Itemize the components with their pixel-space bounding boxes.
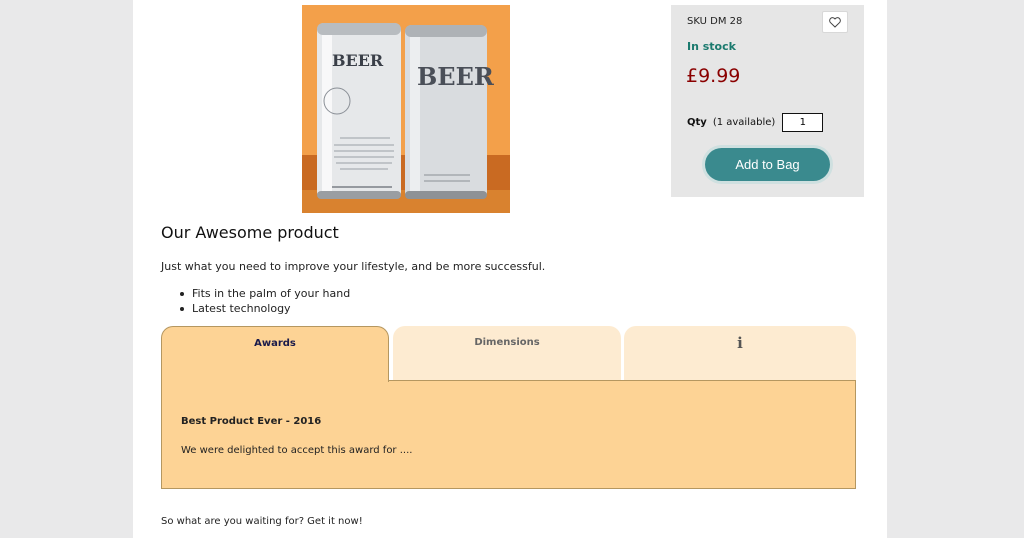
qty-label: Qty [687, 117, 707, 128]
award-title: Best Product Ever - 2016 [181, 416, 322, 427]
stock-status: In stock [687, 40, 736, 53]
list-item: Fits in the palm of your hand [179, 287, 351, 300]
tab-label: Awards [254, 338, 296, 349]
tab-info[interactable]: i [624, 326, 856, 381]
call-to-action: So what are you waiting for? Get it now! [161, 516, 363, 527]
product-image[interactable]: BEER BEER [302, 5, 510, 213]
awards-panel: Best Product Ever - 2016 We were delight… [161, 380, 856, 489]
product-page: BEER BEER SKU DM 28 In stock £9.99 Qty (… [133, 0, 887, 538]
quantity-input[interactable] [782, 113, 824, 132]
purchase-panel: SKU DM 28 In stock £9.99 Qty (1 availabl… [671, 5, 864, 197]
tab-dimensions[interactable]: Dimensions [393, 326, 621, 381]
product-title: Our Awesome product [161, 223, 339, 242]
svg-text:BEER: BEER [332, 51, 384, 70]
info-icon: i [737, 334, 743, 352]
quantity-row: Qty (1 available) [687, 113, 824, 132]
award-text: We were delighted to accept this award f… [181, 445, 413, 456]
feature-list: Fits in the palm of your hand Latest tec… [179, 286, 351, 316]
tab-awards[interactable]: Awards [161, 326, 389, 382]
wishlist-button[interactable] [822, 11, 848, 33]
sku-label: SKU DM 28 [687, 16, 743, 27]
product-description: Just what you need to improve your lifes… [161, 260, 546, 273]
qty-available: (1 available) [712, 117, 776, 128]
beer-cans-photo: BEER BEER [302, 5, 510, 213]
product-price: £9.99 [686, 65, 741, 87]
list-item: Latest technology [179, 301, 350, 316]
add-to-bag-button[interactable]: Add to Bag [705, 148, 830, 181]
heart-icon [829, 16, 841, 28]
tab-label: Dimensions [474, 337, 540, 348]
svg-text:BEER: BEER [417, 62, 495, 91]
